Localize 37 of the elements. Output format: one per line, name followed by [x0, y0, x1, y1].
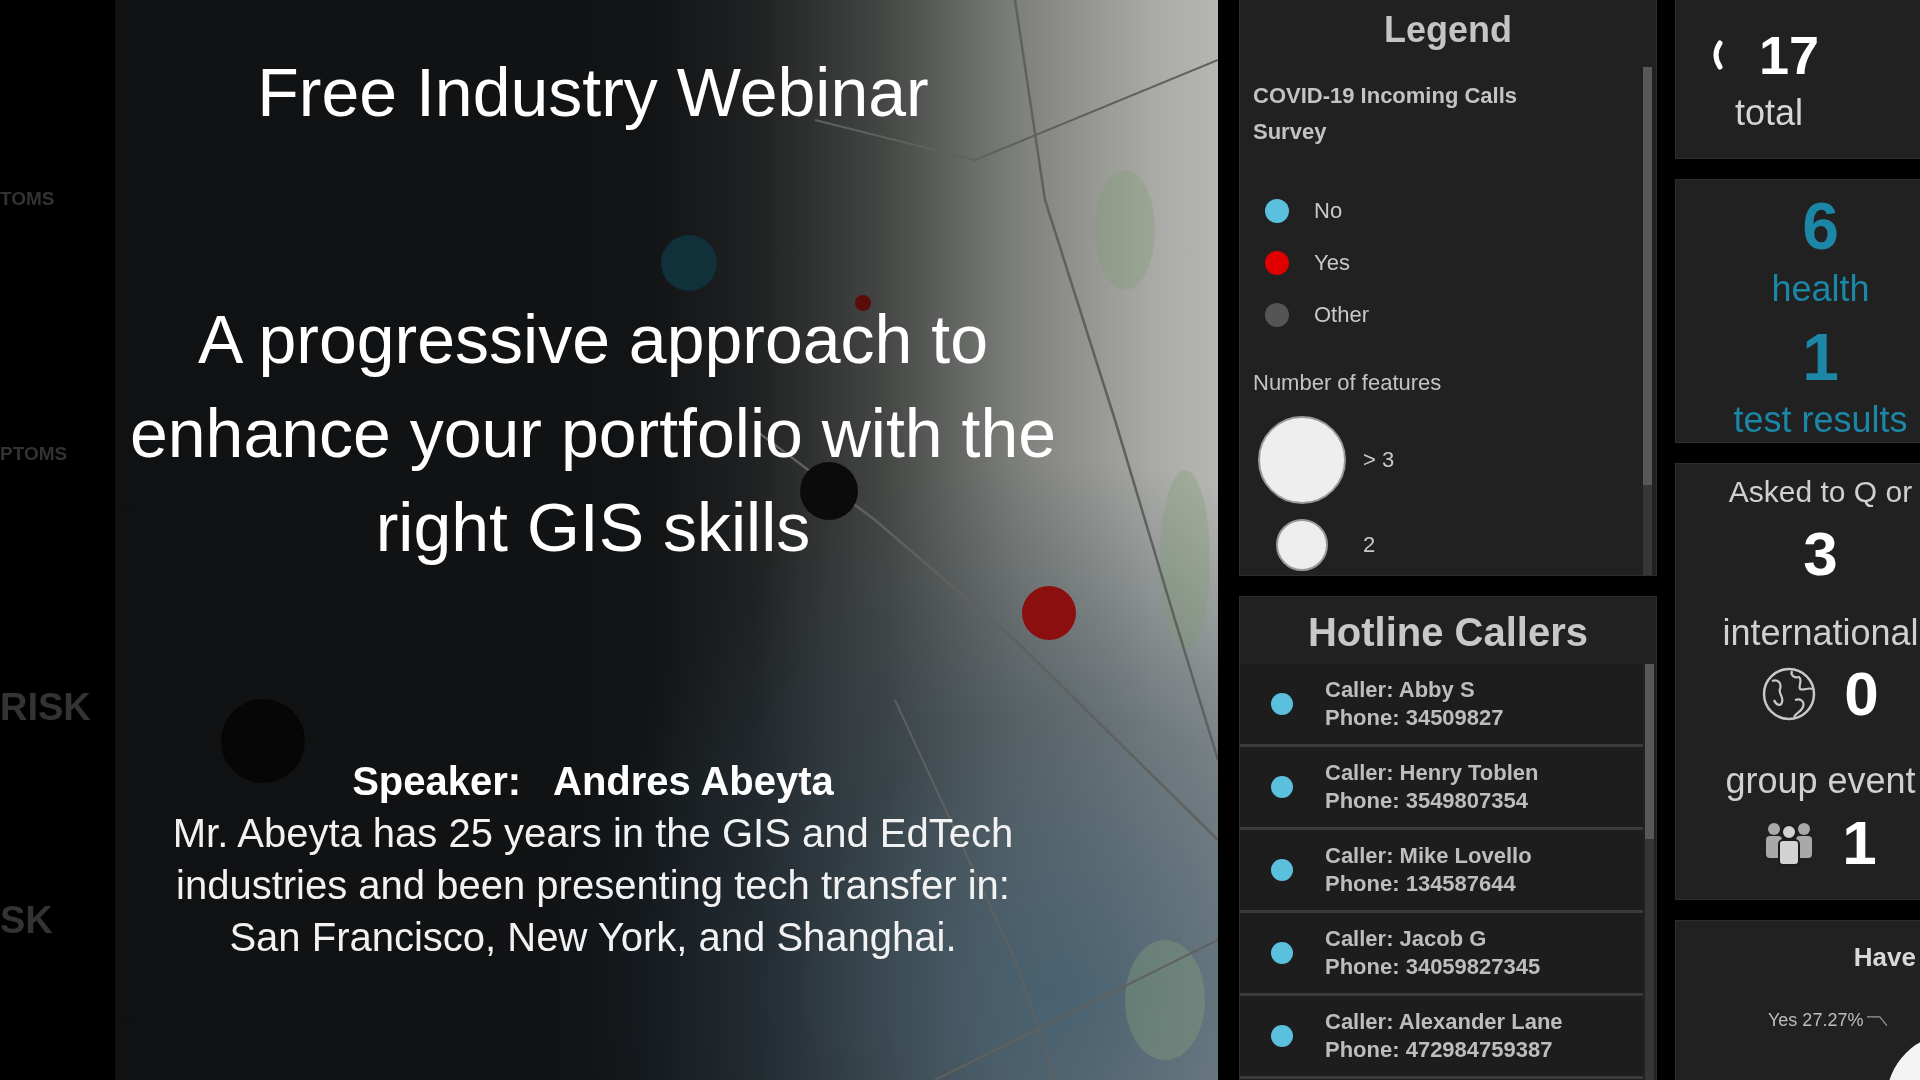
layer-title: COVID-19 Incoming Calls Survey: [1253, 82, 1519, 146]
people-icon: [1764, 820, 1815, 866]
indicator-label: group event: [1725, 761, 1916, 801]
indicator-value: 17: [1759, 25, 1820, 85]
speaker-bio: Mr. Abeyta has 25 years in the GIS and EdTech industries and been presenting tech transfer in: San Francisco, New York, and Shanghai.: [172, 810, 1014, 961]
indicator-value: 0: [1844, 661, 1879, 727]
indicator-value: 1: [1802, 322, 1839, 392]
caller-list-item[interactable]: Caller: Abby S Phone: 34509827: [1240, 664, 1643, 747]
indicator-label: test results: [1733, 400, 1908, 440]
legend-label: > 3: [1363, 446, 1395, 474]
legend-label: Other: [1314, 301, 1370, 329]
caller-list-item[interactable]: Caller: Mike Lovello Phone: 134587644: [1240, 830, 1643, 913]
legend-label: No: [1314, 197, 1343, 225]
caller-list-item[interactable]: Caller: Alexander Lane Phone: 472984759387: [1240, 996, 1643, 1079]
indicator-label: international: [1722, 613, 1919, 653]
headline: A progressive approach to enhance your portfolio with the right GIS skills: [129, 300, 1057, 567]
caller-list-item[interactable]: Caller: Jacob G Phone: 34059827345: [1240, 913, 1643, 996]
indicator-label: health: [1771, 269, 1870, 309]
indicator-value: 6: [1802, 191, 1839, 261]
indicator-value: 1: [1842, 810, 1877, 876]
legend-subtitle: Number of features: [1253, 369, 1442, 397]
indicator-value: 3: [1803, 521, 1838, 587]
panel-title: Hotline Callers: [1307, 609, 1589, 656]
chart-label: Yes 27.27%: [1768, 1010, 1864, 1030]
indicator-label: total: [1735, 95, 1804, 131]
panel-title: Legend: [1384, 8, 1512, 52]
arc-icon: [1713, 39, 1723, 71]
legend-label: 2: [1363, 531, 1376, 559]
scrollbar-thumb[interactable]: [1645, 664, 1654, 839]
caller-list-item[interactable]: Caller: Henry Toblen Phone: 3549807354: [1240, 747, 1643, 830]
scrollbar-thumb[interactable]: [1643, 67, 1652, 485]
webinar-title: Free Industry Webinar: [257, 53, 929, 132]
globe-icon: [1762, 667, 1817, 721]
legend-label: Yes: [1314, 249, 1350, 277]
indicator-title: Asked to Q or: [1728, 475, 1913, 509]
chart-title: Have: [1853, 941, 1916, 973]
speaker-name: Speaker: Andres Abeyta: [352, 758, 834, 805]
